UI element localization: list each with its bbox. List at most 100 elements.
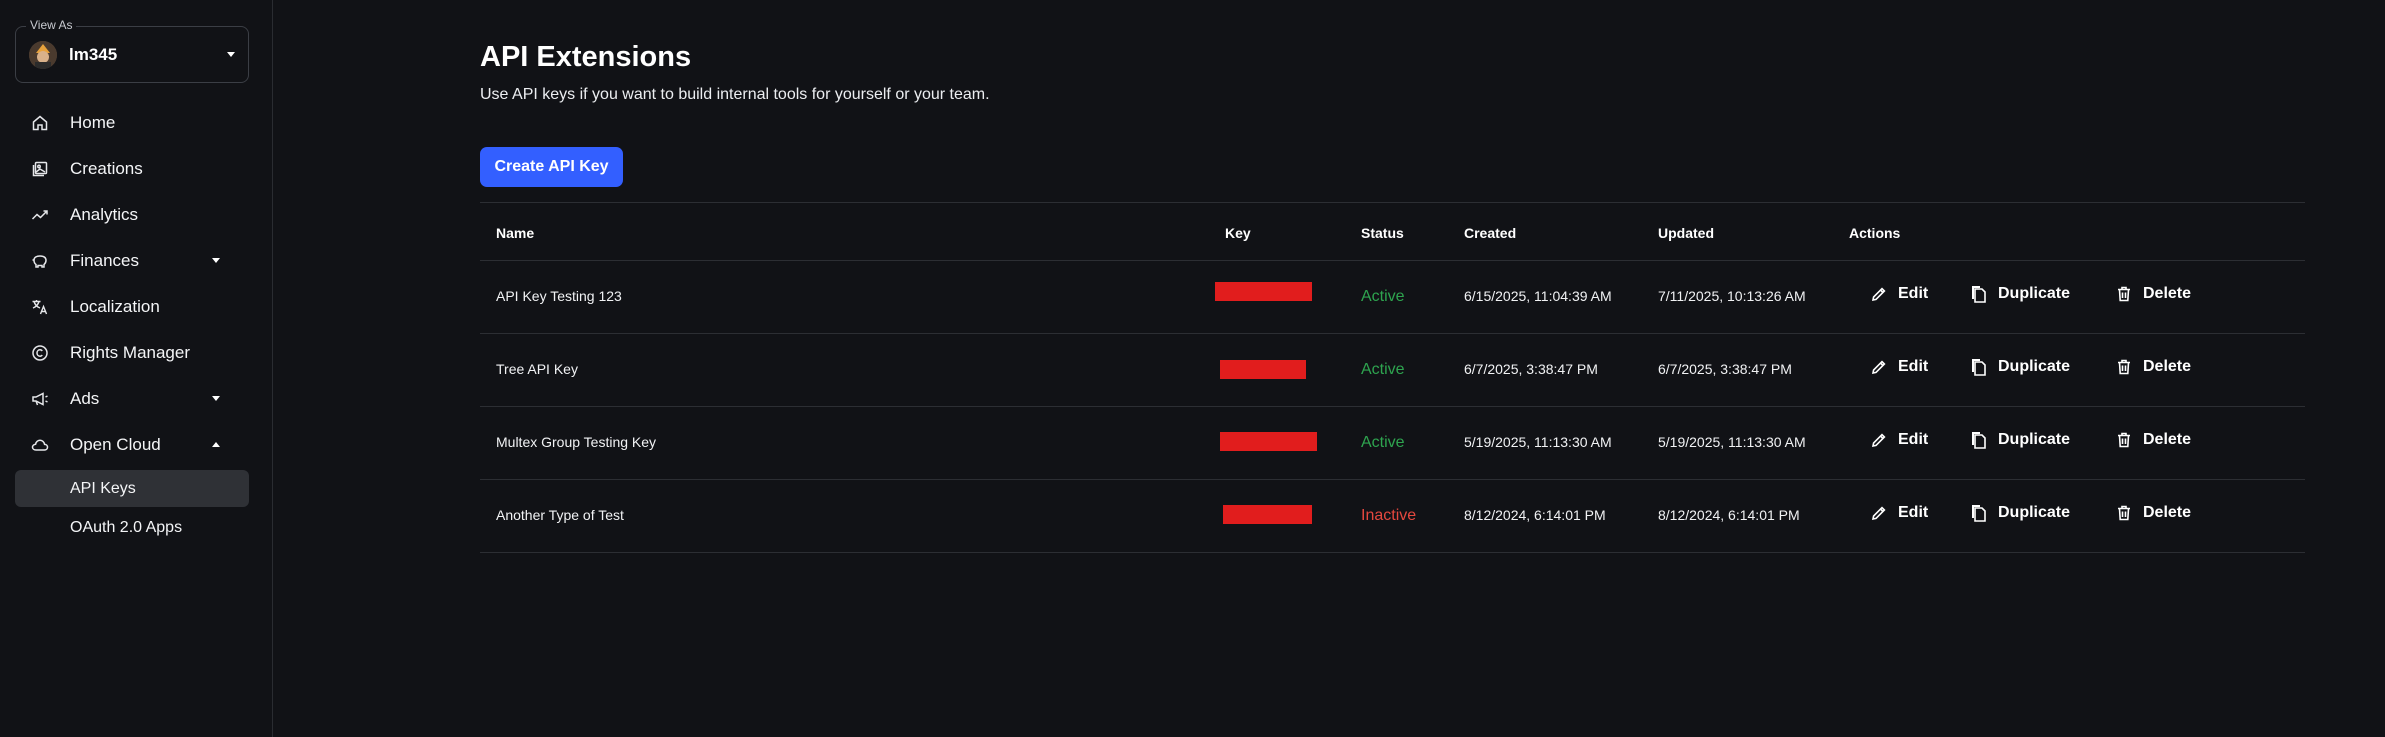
sidebar-item-finances[interactable]: Finances — [15, 238, 249, 284]
sidebar-item-label: Open Cloud — [70, 435, 161, 454]
duplicate-icon — [1970, 285, 1988, 303]
row-name: API Key Testing 123 — [496, 288, 622, 304]
table-header: Name Key Status Created Updated Actions — [480, 203, 2305, 261]
table-row: Another Type of Test Inactive 8/12/2024,… — [480, 480, 2305, 553]
row-created: 6/15/2025, 11:04:39 AM — [1464, 288, 1612, 304]
delete-button[interactable]: Delete — [2115, 504, 2191, 522]
edit-label: Edit — [1898, 504, 1929, 521]
column-header-key: Key — [1225, 225, 1251, 241]
sidebar-item-label: Finances — [70, 251, 139, 270]
duplicate-label: Duplicate — [1998, 358, 2071, 375]
sidebar-item-label: Localization — [70, 297, 160, 316]
sidebar-subitem-oauth-apps[interactable]: OAuth 2.0 Apps — [15, 509, 249, 546]
sidebar-nav: Home Creations Analytics Finances Locali… — [15, 100, 249, 546]
home-icon — [30, 113, 50, 133]
column-header-name: Name — [496, 225, 535, 241]
row-updated: 7/11/2025, 10:13:26 AM — [1658, 288, 1806, 304]
analytics-icon — [30, 205, 50, 225]
trash-icon — [2115, 285, 2133, 303]
app-root: View As lm345 Home Creations Analytics F… — [0, 0, 2385, 737]
chevron-down-icon — [227, 52, 235, 57]
trash-icon — [2115, 504, 2133, 522]
avatar — [29, 41, 57, 69]
row-name: Another Type of Test — [496, 507, 624, 523]
redacted-key — [1215, 282, 1312, 301]
sidebar-item-open-cloud[interactable]: Open Cloud — [15, 422, 249, 468]
cloud-icon — [30, 435, 50, 455]
sidebar: View As lm345 Home Creations Analytics F… — [0, 0, 273, 737]
pencil-icon — [1870, 431, 1888, 449]
delete-button[interactable]: Delete — [2115, 285, 2191, 303]
row-name: Multex Group Testing Key — [496, 434, 657, 450]
view-as-selector[interactable]: View As lm345 — [15, 18, 249, 83]
status-badge: Active — [1361, 288, 1405, 305]
chevron-up-icon — [212, 442, 220, 447]
sidebar-item-label: Rights Manager — [70, 343, 191, 362]
sidebar-item-home[interactable]: Home — [15, 100, 249, 146]
duplicate-button[interactable]: Duplicate — [1970, 504, 2070, 522]
duplicate-label: Duplicate — [1998, 285, 2071, 302]
edit-button[interactable]: Edit — [1870, 431, 1928, 449]
duplicate-button[interactable]: Duplicate — [1970, 358, 2070, 376]
translate-icon — [30, 297, 50, 317]
trash-icon — [2115, 431, 2133, 449]
chevron-down-icon — [212, 396, 220, 401]
edit-label: Edit — [1898, 431, 1929, 448]
sidebar-item-analytics[interactable]: Analytics — [15, 192, 249, 238]
sidebar-subitem-api-keys[interactable]: API Keys — [15, 470, 249, 507]
duplicate-icon — [1970, 504, 1988, 522]
duplicate-button[interactable]: Duplicate — [1970, 431, 2070, 449]
delete-button[interactable]: Delete — [2115, 431, 2191, 449]
view-as-user-name: lm345 — [69, 45, 118, 64]
redacted-key — [1223, 505, 1312, 524]
delete-button[interactable]: Delete — [2115, 358, 2191, 376]
redacted-key — [1220, 432, 1317, 451]
duplicate-button[interactable]: Duplicate — [1970, 285, 2070, 303]
create-api-key-button[interactable]: Create API Key — [480, 147, 623, 187]
pencil-icon — [1870, 285, 1888, 303]
chevron-down-icon — [212, 258, 220, 263]
page-title: API Extensions — [480, 41, 692, 73]
sidebar-item-localization[interactable]: Localization — [15, 284, 249, 330]
sidebar-item-label: Analytics — [70, 205, 139, 224]
status-badge: Inactive — [1361, 507, 1417, 524]
table-row: API Key Testing 123 Active 6/15/2025, 11… — [480, 261, 2305, 334]
column-header-created: Created — [1464, 225, 1517, 241]
pencil-icon — [1870, 358, 1888, 376]
row-updated: 8/12/2024, 6:14:01 PM — [1658, 507, 1800, 523]
status-badge: Active — [1361, 434, 1405, 451]
edit-button[interactable]: Edit — [1870, 504, 1928, 522]
edit-label: Edit — [1898, 358, 1929, 375]
sidebar-item-creations[interactable]: Creations — [15, 146, 249, 192]
delete-label: Delete — [2143, 504, 2192, 521]
delete-label: Delete — [2143, 431, 2192, 448]
sidebar-item-ads[interactable]: Ads — [15, 376, 249, 422]
status-badge: Active — [1361, 361, 1405, 378]
column-header-actions: Actions — [1849, 225, 1901, 241]
edit-button[interactable]: Edit — [1870, 358, 1928, 376]
row-created: 5/19/2025, 11:13:30 AM — [1464, 434, 1612, 450]
sidebar-subitem-label: OAuth 2.0 Apps — [70, 518, 183, 536]
row-name: Tree API Key — [496, 361, 578, 377]
sidebar-item-label: Home — [70, 113, 116, 132]
pencil-icon — [1870, 504, 1888, 522]
finances-icon — [30, 251, 50, 271]
creations-icon — [30, 159, 50, 179]
sidebar-subitem-label: API Keys — [70, 479, 136, 497]
row-updated: 5/19/2025, 11:13:30 AM — [1658, 434, 1806, 450]
column-header-updated: Updated — [1658, 225, 1714, 241]
table-row: Multex Group Testing Key Active 5/19/202… — [480, 407, 2305, 480]
duplicate-label: Duplicate — [1998, 431, 2071, 448]
edit-button[interactable]: Edit — [1870, 285, 1928, 303]
page-subtitle: Use API keys if you want to build intern… — [480, 86, 990, 103]
delete-label: Delete — [2143, 358, 2192, 375]
column-header-status: Status — [1361, 225, 1404, 241]
sidebar-item-label: Ads — [70, 389, 100, 408]
copyright-icon — [30, 343, 50, 363]
delete-label: Delete — [2143, 285, 2192, 302]
duplicate-label: Duplicate — [1998, 504, 2071, 521]
main-content: API Extensions Use API keys if you want … — [480, 0, 2305, 737]
row-updated: 6/7/2025, 3:38:47 PM — [1658, 361, 1792, 377]
row-created: 8/12/2024, 6:14:01 PM — [1464, 507, 1606, 523]
sidebar-item-rights-manager[interactable]: Rights Manager — [15, 330, 249, 376]
